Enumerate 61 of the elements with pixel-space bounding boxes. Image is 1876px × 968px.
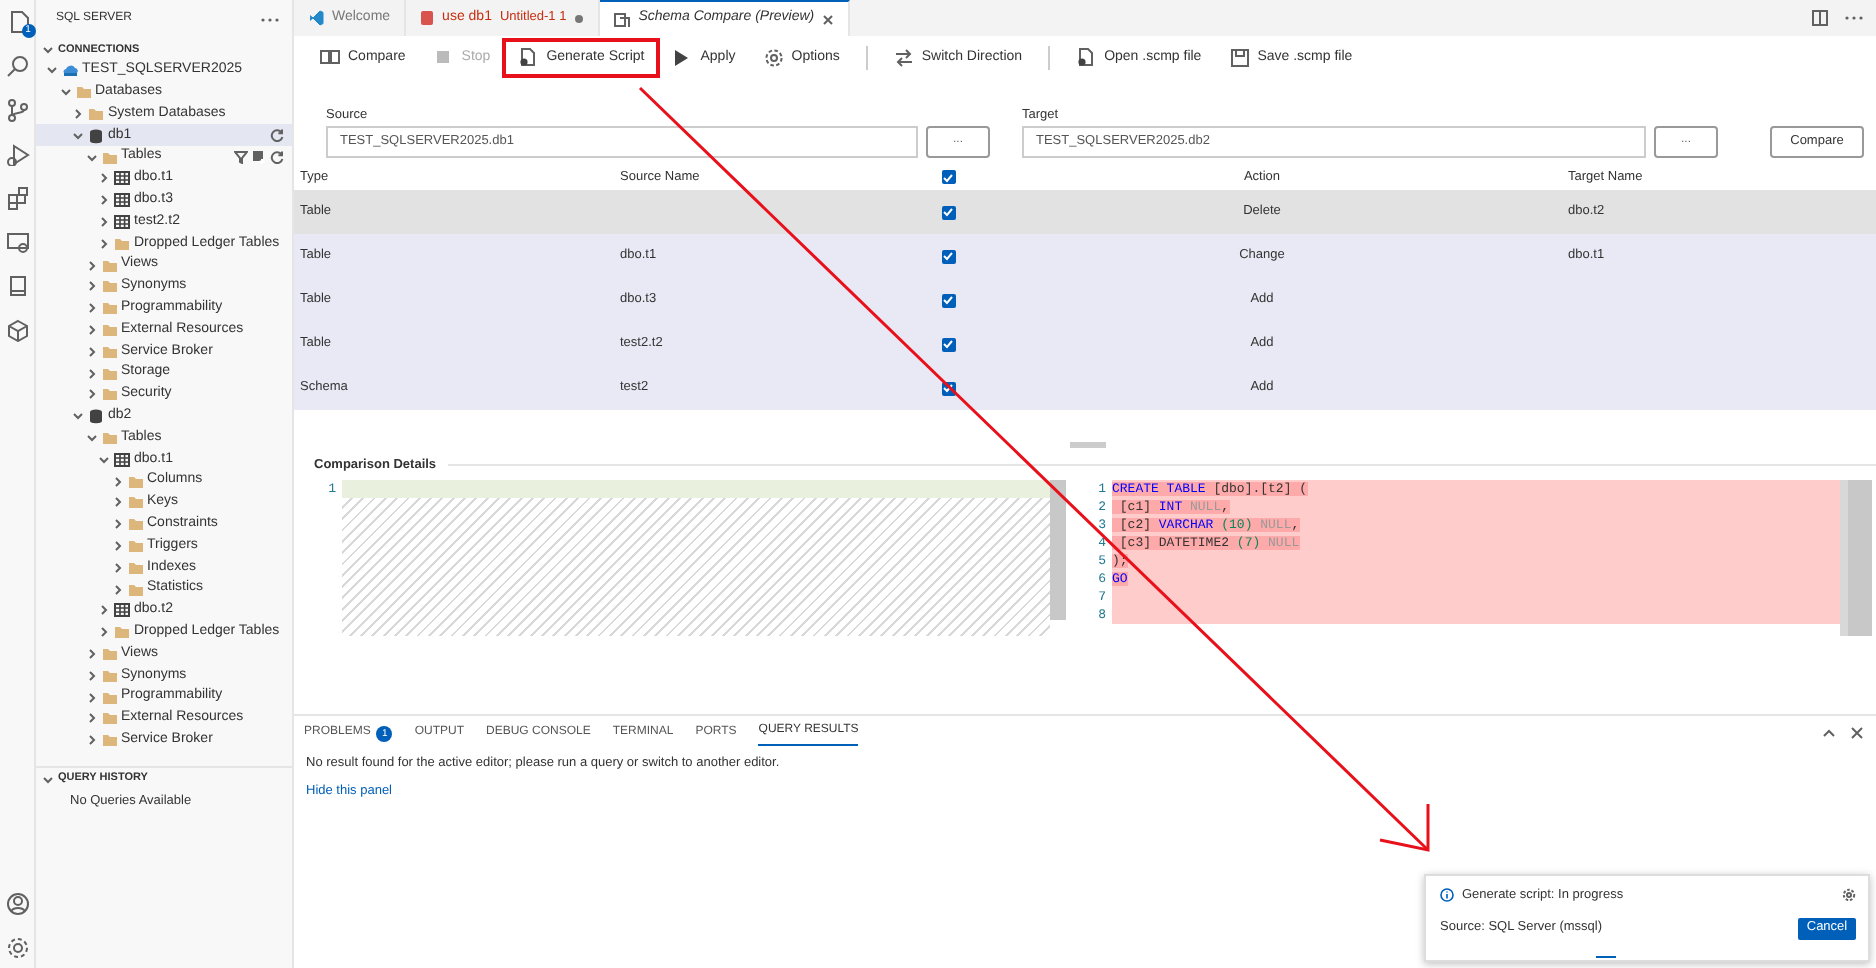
compare-icon [320,48,340,68]
checkbox[interactable] [941,249,955,263]
vscode-icon [308,10,324,26]
gear-icon[interactable] [1842,888,1856,903]
close-icon[interactable] [1850,726,1864,740]
table-icon [114,192,130,209]
account-icon[interactable] [5,892,29,916]
check-icon [942,294,954,306]
resize-handle[interactable] [1070,442,1106,448]
checkbox[interactable] [941,170,955,184]
compare-icon [614,11,631,27]
folder-icon [101,429,117,446]
file-icon [420,10,435,26]
server-icon [62,62,78,79]
item-actions[interactable] [234,150,284,165]
search-icon[interactable] [5,54,29,78]
table-icon [114,213,130,230]
monitor-icon[interactable] [5,230,29,254]
stop-icon [433,48,454,68]
refresh-icon[interactable] [270,128,284,143]
book-icon[interactable] [5,274,29,298]
settings-icon[interactable] [5,936,29,960]
check-icon [942,338,954,350]
table-icon [114,602,130,619]
checkbox[interactable] [941,205,955,219]
check-icon [942,250,954,262]
chevron-down-icon[interactable] [42,773,54,785]
run-icon[interactable] [5,142,29,166]
folder-icon [101,149,117,166]
table-icon [114,451,130,468]
open-file-icon [1076,48,1097,68]
database-icon [88,127,104,144]
branch-icon[interactable] [5,98,29,122]
refresh-icon[interactable] [270,150,284,165]
progress-indicator [1596,956,1616,958]
database-icon [88,408,104,425]
info-icon [1440,888,1454,903]
cube-icon[interactable] [5,318,29,342]
check-icon [942,171,954,183]
extensions-icon[interactable] [5,186,29,210]
script-icon [518,48,539,68]
modified-dot-icon [574,13,585,23]
chevron-right-icon[interactable] [72,107,84,120]
checkbox[interactable] [941,293,955,307]
split-editor-icon[interactable] [1812,10,1828,26]
checkbox[interactable] [941,337,955,351]
check-icon [942,382,954,394]
table-icon [114,170,130,187]
chevron-up-icon[interactable] [1822,726,1836,740]
scrollbar[interactable] [1050,479,1066,620]
swap-icon [893,48,914,68]
play-icon [672,48,693,68]
gear-icon [763,48,784,68]
check-icon [942,206,954,218]
save-icon [1229,48,1250,68]
explorer-icon[interactable] [5,10,29,34]
filter-icon[interactable] [234,150,248,165]
more-icon[interactable] [260,16,280,24]
new-table-icon[interactable] [252,150,266,165]
more-icon[interactable] [1844,14,1864,22]
close-icon[interactable] [822,13,835,25]
